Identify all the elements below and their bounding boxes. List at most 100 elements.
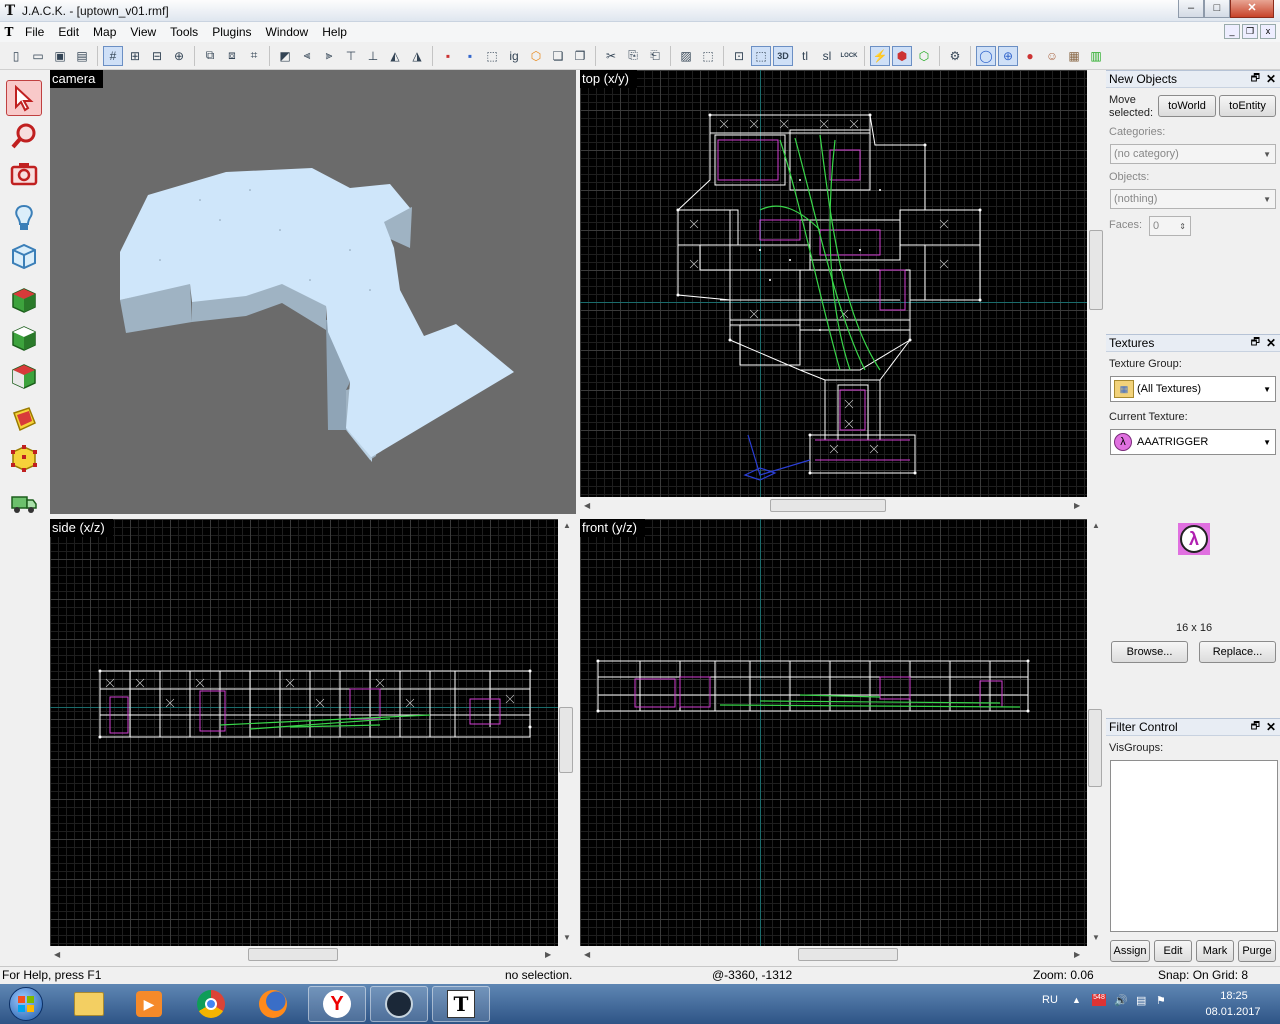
carve-icon[interactable]: ◩ xyxy=(275,46,295,66)
light-icon[interactable]: ● xyxy=(1020,46,1040,66)
texture-tool-icon[interactable] xyxy=(6,282,42,318)
prefab-icon[interactable]: ▦ xyxy=(1064,46,1084,66)
pin-icon[interactable]: 🗗 xyxy=(1251,719,1260,736)
firefox-icon[interactable] xyxy=(244,986,302,1022)
selection-tool-icon[interactable] xyxy=(6,80,42,116)
top-viewport[interactable]: top (x/y) xyxy=(580,70,1087,497)
close-button[interactable]: ✕ xyxy=(1230,0,1274,18)
show-icon[interactable]: ▪ xyxy=(460,46,480,66)
block-tool-icon[interactable] xyxy=(6,238,42,274)
save-as-icon[interactable]: ▤ xyxy=(72,46,92,66)
entity-tool-icon[interactable] xyxy=(6,200,42,236)
side-viewport[interactable]: side (x/z) xyxy=(50,519,558,946)
panel-vscroll-thumb[interactable] xyxy=(1089,230,1103,310)
grid-icon[interactable]: # xyxy=(103,45,123,66)
front-view-hscrollbar[interactable]: ◀ ▶ xyxy=(580,946,1087,964)
objects-select[interactable]: (nothing) ▼ xyxy=(1110,189,1276,209)
side-view-hscrollbar[interactable]: ◀ ▶ xyxy=(50,946,558,964)
apply-texture-icon[interactable] xyxy=(6,320,42,356)
pin-icon[interactable]: 🗗 xyxy=(1251,71,1260,88)
menu-view[interactable]: View xyxy=(123,25,163,39)
menu-window[interactable]: Window xyxy=(259,25,316,39)
action-center-flag-icon[interactable]: ⚑ xyxy=(1156,994,1166,1007)
yandex-browser-icon[interactable]: Y xyxy=(308,986,366,1022)
align-top-icon[interactable]: ⊤ xyxy=(341,46,361,66)
clock-date[interactable]: 08.01.2017 xyxy=(1198,1006,1268,1018)
document-icon[interactable]: T xyxy=(0,25,18,39)
entity-icon[interactable]: ⊕ xyxy=(998,45,1018,66)
panel-vscrollbar[interactable] xyxy=(1088,70,1106,495)
select-box-icon[interactable]: ⬚ xyxy=(751,45,771,66)
ungroup-icon[interactable]: ⧈ xyxy=(222,46,242,66)
side-view-vscroll-thumb[interactable] xyxy=(559,707,573,773)
bigger-grid-icon[interactable]: ⊕ xyxy=(169,46,189,66)
menu-edit[interactable]: Edit xyxy=(51,25,86,39)
compile-icon[interactable]: ⚡ xyxy=(870,45,890,66)
snap-icon[interactable]: ⌗ xyxy=(244,46,264,66)
side-view-vscrollbar[interactable]: ▲ ▼ xyxy=(558,519,576,946)
top-view-hscroll-thumb[interactable] xyxy=(770,499,886,512)
tray-expand-icon[interactable]: ▲ xyxy=(1072,995,1081,1005)
visgroups-list[interactable] xyxy=(1110,760,1278,932)
scissors-icon[interactable]: ✂ xyxy=(601,46,621,66)
menu-tools[interactable]: Tools xyxy=(163,25,205,39)
replace-button[interactable]: Replace... xyxy=(1199,641,1276,663)
maximize-button[interactable]: □ xyxy=(1204,0,1230,18)
side-view-hscroll-thumb[interactable] xyxy=(248,948,338,961)
front-view-vscrollbar[interactable]: ▲ ▼ xyxy=(1087,519,1105,946)
mdi-close-button[interactable]: x xyxy=(1260,24,1276,39)
check-icon[interactable]: ⬡ xyxy=(914,46,934,66)
open-icon[interactable]: ▭ xyxy=(28,46,48,66)
categories-select[interactable]: (no category) ▼ xyxy=(1110,144,1276,164)
decal-tool-icon[interactable] xyxy=(6,358,42,394)
start-button[interactable] xyxy=(0,986,52,1022)
chrome-icon[interactable] xyxy=(182,986,240,1022)
flip-h-icon[interactable]: ◭ xyxy=(385,46,405,66)
menu-help[interactable]: Help xyxy=(315,25,354,39)
fit-icon[interactable]: ⊡ xyxy=(729,46,749,66)
run-icon[interactable]: ⬢ xyxy=(892,45,912,66)
select-icon[interactable]: ⬚ xyxy=(482,46,502,66)
film-icon[interactable]: ▥ xyxy=(1086,46,1106,66)
browse-button[interactable]: Browse... xyxy=(1111,641,1188,663)
texture-lock-icon[interactable]: tl xyxy=(795,46,815,66)
bbox-icon[interactable]: ⬚ xyxy=(698,46,718,66)
clock-time[interactable]: 18:25 xyxy=(1214,990,1254,1002)
network-icon[interactable]: ▤ xyxy=(1136,994,1146,1007)
magnify-tool-icon[interactable] xyxy=(6,118,42,154)
pin-icon[interactable]: 🗗 xyxy=(1251,335,1260,352)
menu-file[interactable]: File xyxy=(18,25,51,39)
camera-viewport[interactable]: camera xyxy=(50,70,576,514)
flip-v-icon[interactable]: ◮ xyxy=(407,46,427,66)
language-indicator[interactable]: RU xyxy=(1042,994,1058,1006)
file-explorer-icon[interactable] xyxy=(60,986,118,1022)
vertex-tool-icon[interactable] xyxy=(6,440,42,476)
tray-app-icon[interactable]: 548 xyxy=(1092,994,1106,1006)
volume-icon[interactable]: 🔊 xyxy=(1114,994,1128,1007)
menu-plugins[interactable]: Plugins xyxy=(205,25,258,39)
copy2-icon[interactable]: ⎘ xyxy=(623,46,643,66)
close-panel-icon[interactable]: ✕ xyxy=(1266,72,1276,86)
sphere-icon[interactable]: ◯ xyxy=(976,45,996,66)
front-view-hscroll-thumb[interactable] xyxy=(798,948,898,961)
close-panel-icon[interactable]: ✕ xyxy=(1266,720,1276,734)
jack-editor-icon[interactable]: T xyxy=(432,986,490,1022)
front-view-vscroll-thumb[interactable] xyxy=(1088,709,1102,787)
camera-tool-icon[interactable] xyxy=(6,156,42,192)
paste-icon[interactable]: ❐ xyxy=(570,46,590,66)
paste2-icon[interactable]: ⎗ xyxy=(645,46,665,66)
mark-button[interactable]: Mark xyxy=(1196,940,1234,962)
media-player-icon[interactable]: ▶ xyxy=(120,986,178,1022)
align-bottom-icon[interactable]: ⊥ xyxy=(363,46,383,66)
to-world-button[interactable]: toWorld xyxy=(1158,95,1216,117)
path-tool-icon[interactable] xyxy=(6,484,42,520)
new-icon[interactable]: ▯ xyxy=(6,46,26,66)
minimize-button[interactable]: ‒ xyxy=(1178,0,1204,18)
group-icon[interactable]: ⧉ xyxy=(200,46,220,66)
menu-map[interactable]: Map xyxy=(86,25,123,39)
3d-grid-icon[interactable]: ⊞ xyxy=(125,46,145,66)
mdi-minimize-button[interactable]: _ xyxy=(1224,24,1240,39)
current-texture-select[interactable]: λ AAATRIGGER ▼ xyxy=(1110,429,1276,455)
ignore-group-icon[interactable]: ig xyxy=(504,46,524,66)
purge-button[interactable]: Purge xyxy=(1238,940,1276,962)
